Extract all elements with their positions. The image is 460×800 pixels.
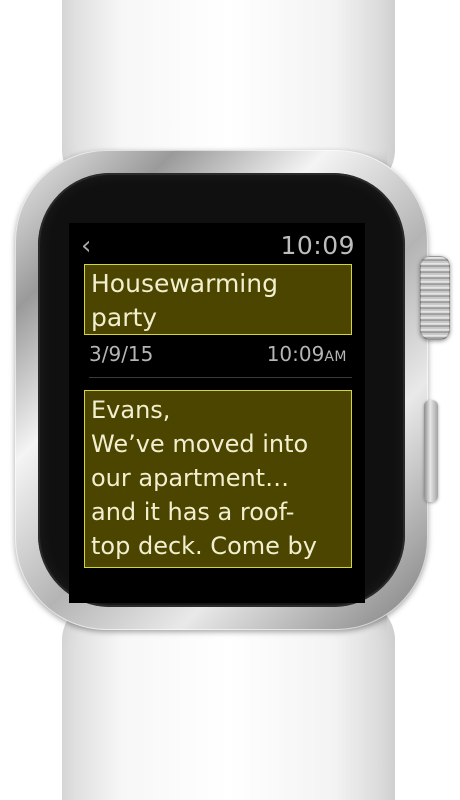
- digital-crown[interactable]: [420, 256, 450, 340]
- status-time: 10:09: [280, 231, 355, 260]
- status-bar: ‹ 10:09: [69, 225, 355, 265]
- message-time-ampm: AM: [324, 349, 347, 365]
- message-body: Evans, We’ve moved into our apartment… a…: [91, 396, 317, 560]
- message-body-highlight[interactable]: Evans, We’ve moved into our apartment… a…: [84, 390, 352, 568]
- back-chevron-icon[interactable]: ‹: [81, 231, 91, 261]
- message-time: 10:09AM: [267, 341, 347, 370]
- message-time-value: 10:09: [266, 342, 325, 366]
- message-subject: Housewarming party: [91, 269, 278, 332]
- side-button[interactable]: [424, 400, 438, 502]
- watch-stage: ‹ 10:09 Housewarming party 3/9/15 10:09A…: [0, 0, 460, 800]
- message-date: 3/9/15: [89, 342, 154, 366]
- watch-screen: ‹ 10:09 Housewarming party 3/9/15 10:09A…: [69, 223, 365, 603]
- message-meta: 3/9/15 10:09AM: [89, 341, 347, 367]
- header-divider: [89, 377, 352, 378]
- message-subject-highlight: Housewarming party: [84, 264, 352, 335]
